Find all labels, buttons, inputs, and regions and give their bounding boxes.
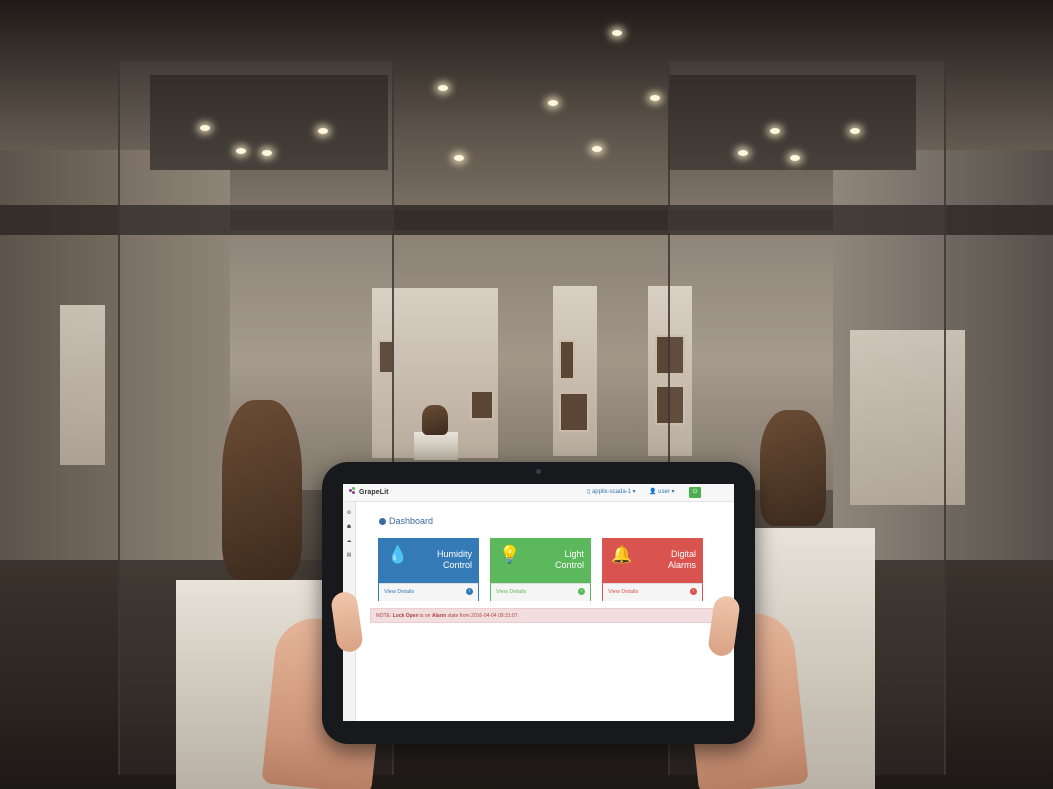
card-title: Humidity Control: [412, 549, 472, 571]
pedestal-back: [414, 432, 458, 460]
tablet-screen: GrapeLit ▯ applix-scada-1 ▾ 👤 user ▾ ⏻ ⚙…: [343, 484, 734, 721]
case-light: [262, 150, 272, 156]
view-details-link[interactable]: View Details: [384, 589, 414, 595]
artwork: [470, 390, 494, 420]
card-title-line: Humidity: [436, 549, 472, 559]
case-light: [850, 128, 860, 134]
digital-alarms-card[interactable]: 🔔 Digital Alarms View Details ›: [602, 538, 703, 601]
case-light: [770, 128, 780, 134]
card-header: 🔔 Digital Alarms: [603, 539, 702, 583]
card-header: 💧 Humidity Control: [379, 539, 478, 583]
tablet-camera: [536, 469, 541, 474]
arrow-circle-right-icon[interactable]: ›: [466, 588, 473, 595]
card-footer[interactable]: View Details ›: [603, 583, 702, 601]
card-title: Light Control: [524, 549, 584, 571]
page-title: Dashboard: [379, 516, 433, 526]
logout-button[interactable]: ⏻: [689, 487, 701, 498]
sidebar-cloud-icon[interactable]: ☁: [346, 538, 352, 544]
artwork: [559, 340, 575, 380]
alarm-notice: NOTE: Lock Open is on Alarm state from 2…: [370, 608, 728, 623]
alarm-notice-text: NOTE: Lock Open is on Alarm state from 2…: [376, 613, 519, 619]
statue-back: [422, 405, 448, 435]
alert-state: Alarm: [431, 613, 447, 619]
humidity-control-card[interactable]: 💧 Humidity Control View Details ›: [378, 538, 479, 601]
side-display: [60, 305, 105, 465]
sidebar-network-icon[interactable]: ☗: [346, 524, 352, 530]
alert-middle: is on: [419, 613, 431, 619]
lightbulb-icon: 💡: [499, 545, 521, 564]
statue-right: [760, 410, 826, 526]
water-drop-icon: 💧: [387, 545, 409, 564]
user-menu[interactable]: 👤 user ▾: [649, 488, 675, 495]
dashboard-icon: [379, 518, 386, 525]
case-light: [790, 155, 800, 161]
alert-item: Lock Open: [392, 613, 419, 619]
sidebar-dashboard-icon[interactable]: ⚙: [346, 510, 352, 516]
card-title-line: Control: [442, 560, 472, 570]
ceiling-spotlight: [612, 30, 622, 36]
card-title-line: Digital: [670, 549, 696, 559]
artwork: [559, 392, 589, 432]
bell-icon: 🔔: [611, 545, 633, 564]
ceiling-spotlight: [438, 85, 448, 91]
caret-down-icon: ▾: [631, 489, 636, 495]
ceiling-spotlight: [592, 146, 602, 152]
view-details-link[interactable]: View Details: [496, 589, 526, 595]
top-navbar: GrapeLit ▯ applix-scada-1 ▾ 👤 user ▾ ⏻: [343, 484, 734, 502]
case-light: [200, 125, 210, 131]
card-header: 💡 Light Control: [491, 539, 590, 583]
brand-logo[interactable]: GrapeLit: [349, 487, 389, 496]
alert-prefix: NOTE:: [376, 613, 392, 619]
power-icon: ⏻: [692, 489, 698, 495]
view-details-link[interactable]: View Details: [608, 589, 638, 595]
user-icon: 👤: [649, 489, 659, 495]
brand-name: GrapeLit: [359, 489, 389, 496]
caret-down-icon: ▾: [669, 489, 675, 495]
sidebar-chart-icon[interactable]: ▤: [346, 552, 352, 558]
statue-left: [222, 400, 302, 580]
case-light: [738, 150, 748, 156]
device-selector[interactable]: ▯ applix-scada-1 ▾: [587, 488, 636, 495]
arrow-circle-right-icon[interactable]: ›: [578, 588, 585, 595]
light-control-card[interactable]: 💡 Light Control View Details ›: [490, 538, 591, 601]
card-footer[interactable]: View Details ›: [379, 583, 478, 601]
card-title-line: Control: [554, 560, 584, 570]
alert-timestamp: state from 2016-04-04 09:31:07.: [447, 613, 519, 619]
case-light: [318, 128, 328, 134]
card-title-line: Alarms: [667, 560, 696, 570]
tablet-device: GrapeLit ▯ applix-scada-1 ▾ 👤 user ▾ ⏻ ⚙…: [322, 462, 755, 744]
page-title-text: Dashboard: [389, 516, 434, 526]
device-selector-label: applix-scada-1: [591, 489, 631, 495]
arrow-circle-right-icon[interactable]: ›: [690, 588, 697, 595]
ceiling-spotlight: [548, 100, 558, 106]
card-title-line: Light: [564, 549, 584, 559]
user-menu-label: user: [658, 489, 670, 495]
card-footer[interactable]: View Details ›: [491, 583, 590, 601]
grape-icon: [349, 487, 357, 495]
case-light: [236, 148, 246, 154]
card-title: Digital Alarms: [636, 549, 696, 571]
ceiling-spotlight: [650, 95, 660, 101]
ceiling-spotlight: [454, 155, 464, 161]
